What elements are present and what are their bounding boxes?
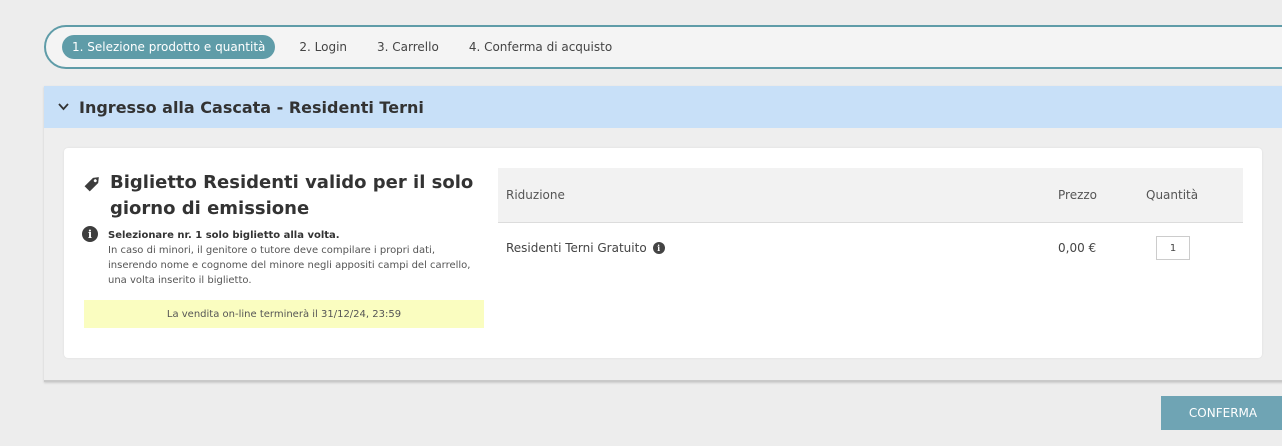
cell-quantita	[1146, 236, 1243, 260]
ticket-title-row: Biglietto Residenti valido per il solo g…	[82, 170, 484, 222]
step-carrello[interactable]: 3. Carrello	[377, 40, 439, 54]
header-prezzo: Prezzo	[1058, 188, 1098, 202]
table-row: Residenti Terni Gratuito i 0,00 €	[498, 223, 1243, 273]
ticket-tag-icon	[84, 177, 99, 192]
chevron-down-icon[interactable]	[58, 100, 69, 114]
ticket-card: Biglietto Residenti valido per il solo g…	[64, 148, 1262, 358]
sale-end-banner: La vendita on-line terminerà il 31/12/24…	[84, 300, 484, 328]
step-selezione[interactable]: 1. Selezione prodotto e quantità	[62, 35, 276, 59]
quantity-input[interactable]	[1156, 236, 1190, 260]
cell-prezzo: 0,00 €	[1058, 241, 1097, 255]
riduzione-label: Residenti Terni Gratuito	[506, 241, 647, 255]
table-header: Riduzione Prezzo Quantità	[498, 168, 1243, 223]
product-panel: Ingresso alla Cascata - Residenti Terni …	[44, 86, 1282, 382]
header-riduzione: Riduzione	[506, 188, 565, 202]
note-bold: Selezionare nr. 1 solo biglietto alla vo…	[108, 230, 340, 241]
ticket-info: Biglietto Residenti valido per il solo g…	[82, 170, 484, 328]
info-icon[interactable]: i	[652, 242, 665, 254]
section-header[interactable]: Ingresso alla Cascata - Residenti Terni	[44, 86, 1282, 128]
ticket-note: i Selezionare nr. 1 solo biglietto alla …	[82, 226, 484, 288]
price-table: Riduzione Prezzo Quantità Residenti Tern…	[498, 168, 1243, 273]
checkout-steps: 1. Selezione prodotto e quantità 2. Logi…	[44, 25, 1282, 69]
header-quantita: Quantità	[1146, 188, 1199, 202]
ticket-title: Biglietto Residenti valido per il solo g…	[110, 172, 474, 219]
cell-riduzione: Residenti Terni Gratuito i	[498, 241, 1058, 255]
step-login[interactable]: 2. Login	[299, 40, 347, 54]
info-icon: i	[82, 226, 98, 242]
note-text: In caso di minori, il genitore o tutore …	[108, 245, 471, 286]
step-conferma[interactable]: 4. Conferma di acquisto	[469, 40, 612, 54]
section-title: Ingresso alla Cascata - Residenti Terni	[79, 97, 424, 117]
confirm-button[interactable]: CONFERMA	[1161, 396, 1282, 430]
